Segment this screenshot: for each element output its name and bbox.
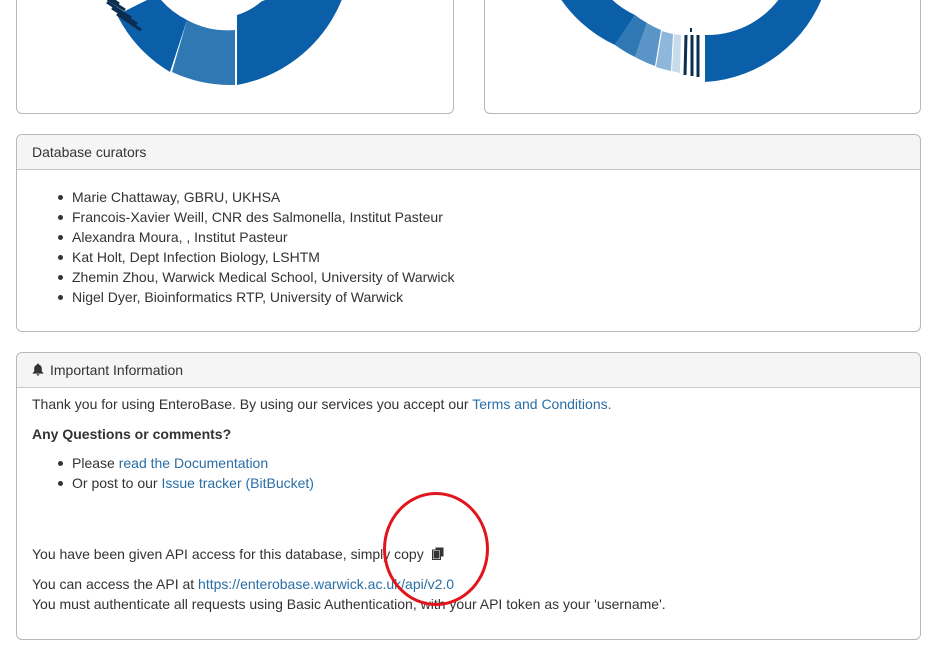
donut-left-slice-major: [237, 0, 342, 85]
help-list-item-tracker: Or post to our Issue tracker (BitBucket): [58, 473, 314, 493]
help-item-prefix: Please: [72, 455, 119, 471]
help-item-prefix: Or post to our: [72, 475, 162, 491]
info-panel: Important Information Thank you for usin…: [16, 352, 921, 640]
curator-item: Marie Chattaway, GBRU, UKHSA: [58, 187, 455, 207]
curator-item: Francois-Xavier Weill, CNR des Salmonell…: [58, 207, 455, 227]
info-panel-heading: Important Information: [17, 353, 920, 388]
issue-tracker-link[interactable]: Issue tracker (BitBucket): [161, 475, 314, 491]
chart-panel-left: [16, 0, 454, 114]
thanks-text: Thank you for using EnteroBase. By using…: [32, 396, 473, 412]
donut-chart-left: [106, 0, 342, 86]
donut-right-tick: [683, 34, 688, 76]
thanks-text-line: Thank you for using EnteroBase. By using…: [32, 396, 612, 412]
curator-item: Nigel Dyer, Bioinformatics RTP, Universi…: [58, 287, 455, 307]
info-panel-title: Important Information: [50, 362, 184, 378]
help-list-item-docs: Please read the Documentation: [58, 453, 314, 473]
api-url-line: You can access the API at https://entero…: [32, 576, 454, 592]
api-access-line: You have been given API access for this …: [32, 546, 444, 563]
questions-heading: Any Questions or comments?: [32, 426, 232, 442]
api-url-prefix: You can access the API at: [32, 576, 199, 592]
auth-text: You must authenticate all requests using…: [32, 596, 666, 612]
donut-right-slices: [561, 0, 822, 82]
curator-item: Kat Holt, Dept Infection Biology, LSHTM: [58, 247, 455, 267]
donut-right-slice-f: [672, 34, 681, 73]
chart-panel-right: [484, 0, 921, 114]
curators-panel: Database curators Marie Chattaway, GBRU,…: [16, 134, 921, 332]
bell-icon: [32, 354, 44, 388]
api-access-text: You have been given API access for this …: [32, 546, 424, 562]
documentation-link[interactable]: read the Documentation: [119, 455, 268, 471]
donut-right-slice-major: [705, 0, 822, 82]
donut-left-slices: [106, 0, 342, 86]
curators-list: Marie Chattaway, GBRU, UKHSA Francois-Xa…: [58, 187, 455, 307]
copy-icon[interactable]: [431, 547, 444, 563]
curator-item: Zhemin Zhou, Warwick Medical School, Uni…: [58, 269, 455, 285]
terms-link[interactable]: Terms and Conditions.: [472, 396, 611, 412]
curator-item: Alexandra Moura, , Institut Pasteur: [58, 227, 455, 247]
help-list: Please read the Documentation Or post to…: [58, 453, 314, 493]
donut-chart-right: [561, 0, 822, 82]
curators-panel-heading: Database curators: [17, 135, 920, 170]
api-url-link[interactable]: https://enterobase.warwick.ac.uk/api/v2.…: [198, 576, 454, 592]
